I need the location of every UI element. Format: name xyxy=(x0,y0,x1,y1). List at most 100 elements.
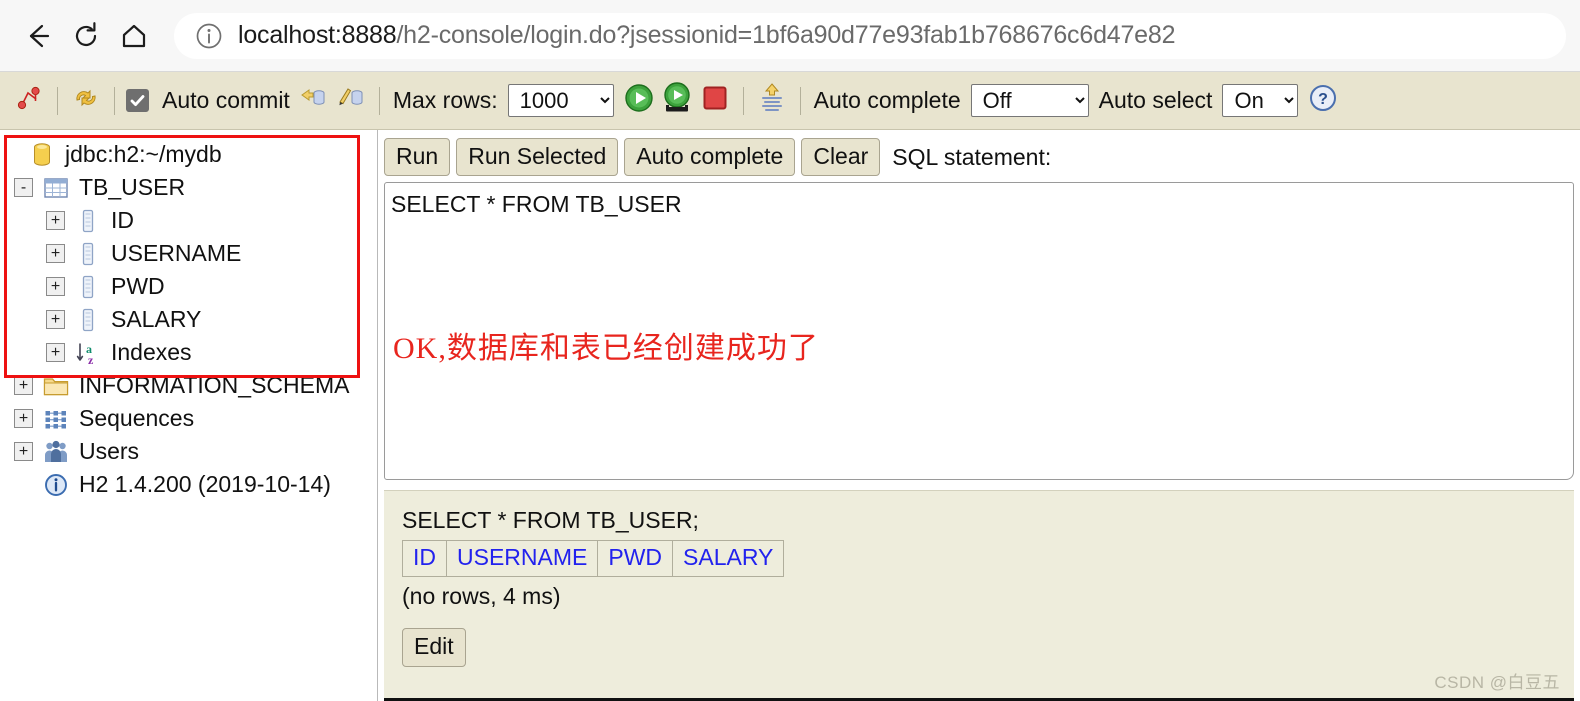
tree-node-h2-1-4-200-2019-10-14[interactable]: H2 1.4.200 (2019-10-14) xyxy=(0,468,377,501)
expand-toggle-icon[interactable]: + xyxy=(14,376,33,395)
auto-commit-label: Auto commit xyxy=(162,87,290,113)
auto-complete-button[interactable]: Auto complete xyxy=(624,138,796,177)
sql-statement-label: SQL statement: xyxy=(892,143,1052,170)
toolbar-divider xyxy=(742,86,744,115)
index-icon: az xyxy=(75,340,101,366)
database-tree: jdbc:h2:~/mydb - TB_USER + ID + USERNAME + PWD + S… xyxy=(0,138,377,501)
site-information-icon[interactable] xyxy=(194,21,224,51)
main-body: jdbc:h2:~/mydb - TB_USER + ID + USERNAME + PWD + S… xyxy=(0,130,1580,701)
auto-select-select[interactable]: On xyxy=(1222,84,1299,117)
auto-commit-toggle[interactable]: Auto commit xyxy=(126,87,294,114)
tree-node-salary[interactable]: + SALARY xyxy=(0,303,377,336)
auto-complete-label: Auto complete xyxy=(813,87,961,113)
url-host: localhost:8888 xyxy=(238,21,397,49)
back-button[interactable] xyxy=(14,12,62,60)
users-icon xyxy=(43,439,69,465)
sql-editor-text[interactable]: SELECT * FROM TB_USER xyxy=(385,183,1573,218)
results-column-header: SALARY xyxy=(672,540,785,578)
tree-node-label: TB_USER xyxy=(79,174,186,200)
toolbar-divider xyxy=(378,86,380,115)
commit-button[interactable] xyxy=(332,81,370,121)
tree-node-jdbc-h2-mydb[interactable]: jdbc:h2:~/mydb xyxy=(0,138,377,171)
watermark: CSDN @白豆五 xyxy=(1434,673,1560,692)
refresh-icon xyxy=(71,83,101,118)
back-arrow-icon xyxy=(21,19,55,53)
tree-node-pwd[interactable]: + PWD xyxy=(0,270,377,303)
run-selected-button[interactable]: Run Selected xyxy=(456,138,619,177)
toolbar-divider xyxy=(57,86,58,115)
tree-node-label: Indexes xyxy=(111,339,192,365)
tree-node-label: INFORMATION_SCHEMA xyxy=(79,372,350,398)
run-button[interactable]: Run xyxy=(384,138,451,177)
commit-icon xyxy=(335,84,367,117)
tree-node-label: PWD xyxy=(111,273,165,299)
reload-button[interactable] xyxy=(62,12,110,60)
run-button[interactable] xyxy=(620,81,658,121)
url-text: localhost:8888/h2-console/login.do?jsess… xyxy=(238,21,1175,50)
folder-icon xyxy=(43,373,69,399)
toolbar-divider xyxy=(799,86,801,115)
tree-node-information-schema[interactable]: + INFORMATION_SCHEMA xyxy=(0,369,377,402)
tree-node-indexes[interactable]: + a z Indexes xyxy=(0,336,377,369)
address-bar[interactable]: localhost:8888/h2-console/login.do?jsess… xyxy=(174,12,1566,59)
tree-node-tb-user[interactable]: - TB_USER xyxy=(0,171,377,204)
rollback-icon xyxy=(297,84,329,117)
expand-toggle-icon[interactable]: + xyxy=(14,409,33,428)
expand-toggle-icon[interactable]: + xyxy=(46,343,65,362)
disconnect-icon xyxy=(15,84,43,117)
tree-node-label: SALARY xyxy=(111,306,202,332)
auto-commit-checkbox[interactable] xyxy=(126,89,149,112)
expand-toggle-icon[interactable]: + xyxy=(46,211,65,230)
help-icon: ? xyxy=(1308,83,1338,118)
run-icon xyxy=(623,82,655,119)
sql-button-bar: Run Run Selected Auto complete Clear SQL… xyxy=(378,130,1580,182)
column-icon xyxy=(75,208,101,234)
run-selected-button[interactable] xyxy=(658,81,696,121)
auto-complete-select[interactable]: Off xyxy=(970,84,1089,117)
refresh-button[interactable] xyxy=(67,81,105,121)
sql-panel: Run Run Selected Auto complete Clear SQL… xyxy=(378,130,1580,701)
clear-button[interactable]: Clear xyxy=(801,138,881,177)
browser-toolbar: localhost:8888/h2-console/login.do?jsess… xyxy=(0,0,1580,72)
max-rows-label: Max rows: xyxy=(392,87,498,113)
edit-button[interactable]: Edit xyxy=(402,628,466,667)
url-path: /h2-console/login.do?jsessionid=1bf6a90d… xyxy=(396,21,1176,49)
expand-toggle-icon[interactable]: + xyxy=(46,244,65,263)
results-column-header: ID xyxy=(402,540,447,578)
tree-node-label: H2 1.4.200 (2019-10-14) xyxy=(79,471,331,497)
collapse-toggle-icon[interactable]: - xyxy=(14,178,33,197)
results-header-row: ID USERNAME PWD SALARY xyxy=(402,540,785,578)
executed-sql-text: SELECT * FROM TB_USER; xyxy=(402,507,699,534)
results-table: ID USERNAME PWD SALARY xyxy=(402,540,785,578)
svg-text:?: ? xyxy=(1319,91,1329,108)
tree-node-label: Users xyxy=(79,438,140,464)
max-rows-select[interactable]: 1000 xyxy=(507,84,614,117)
tree-node-username[interactable]: + USERNAME xyxy=(0,237,377,270)
expand-toggle-icon[interactable]: + xyxy=(46,277,65,296)
stop-button[interactable] xyxy=(696,81,734,121)
home-icon xyxy=(117,19,151,53)
toolbar-divider xyxy=(114,86,115,115)
expand-toggle-icon[interactable]: + xyxy=(14,442,33,461)
history-icon xyxy=(757,82,787,119)
tree-node-users[interactable]: + Users xyxy=(0,435,377,468)
rollback-button[interactable] xyxy=(294,81,332,121)
expand-toggle-icon[interactable]: + xyxy=(46,310,65,329)
table-icon xyxy=(43,175,69,201)
h2-toolbar: Auto commit Max rows: 1000 Auto complete… xyxy=(0,72,1580,130)
column-icon xyxy=(75,307,101,333)
history-button[interactable] xyxy=(753,81,791,121)
stop-icon xyxy=(701,84,729,117)
tree-node-label: Sequences xyxy=(79,405,195,431)
tree-node-id[interactable]: + ID xyxy=(0,204,377,237)
results-panel: SELECT * FROM TB_USER; ID USERNAME PWD SALA… xyxy=(384,490,1574,701)
help-button[interactable]: ? xyxy=(1304,81,1342,121)
annotation-text: OK,数据库和表已经创建成功了 xyxy=(393,332,819,366)
results-meta: (no rows, 4 ms) xyxy=(402,583,561,610)
sql-editor[interactable]: SELECT * FROM TB_USER OK,数据库和表已经创建成功了 xyxy=(384,182,1574,481)
tree-node-sequences[interactable]: + Sequences xyxy=(0,402,377,435)
home-button[interactable] xyxy=(110,12,158,60)
disconnect-button[interactable] xyxy=(10,81,48,121)
